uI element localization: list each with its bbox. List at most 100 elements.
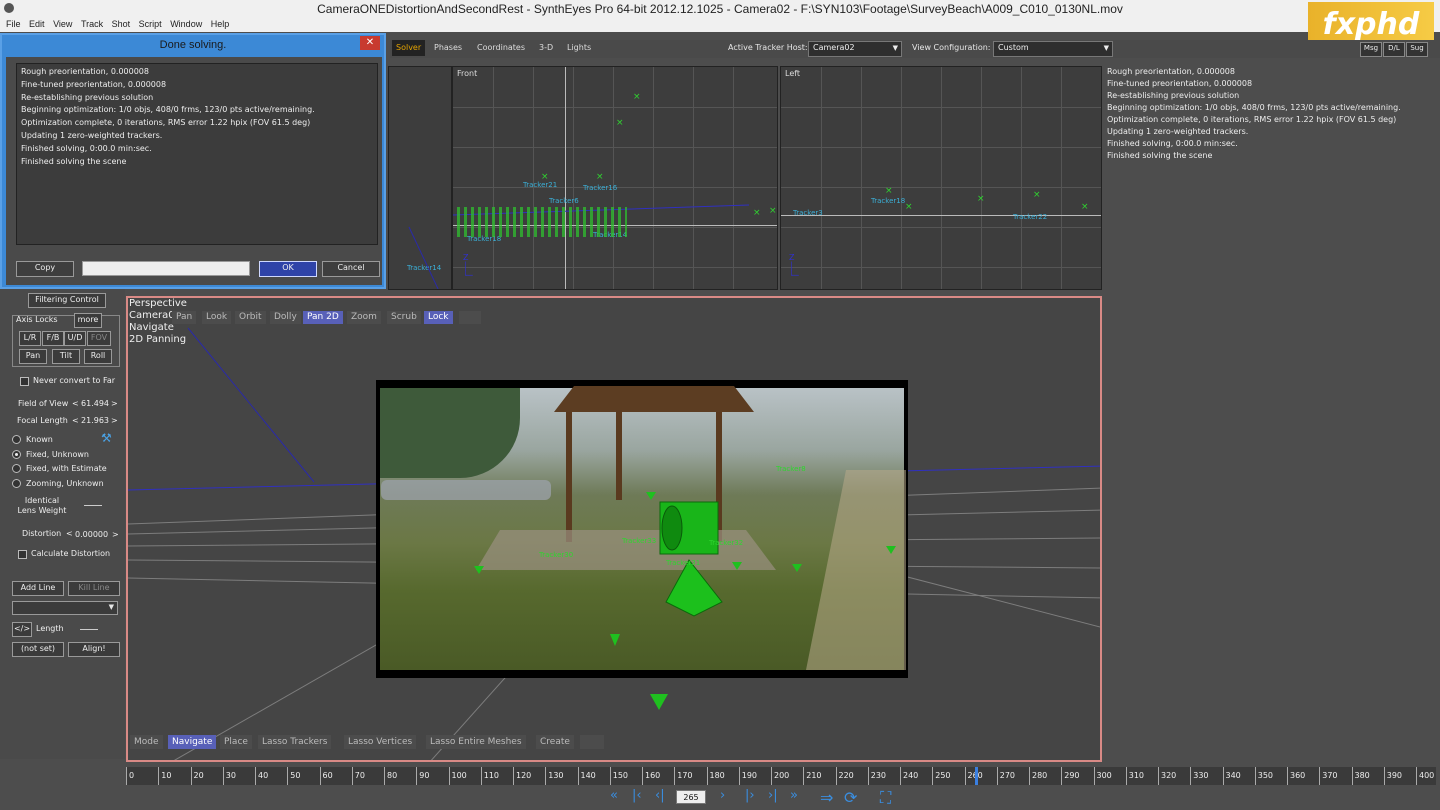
distortion-value[interactable]: 0.00000 bbox=[75, 530, 108, 539]
lock-ud-button[interactable]: U/D bbox=[64, 331, 86, 346]
tab-solver[interactable]: Solver bbox=[392, 40, 426, 56]
timeline-tick: 390 bbox=[1383, 767, 1402, 785]
timeline-tick: 250 bbox=[932, 767, 951, 785]
lens-zooming-radio[interactable] bbox=[12, 479, 21, 488]
menu-help[interactable]: Help bbox=[211, 19, 230, 29]
calculate-distortion-checkbox[interactable] bbox=[18, 550, 27, 559]
dialog-log[interactable]: Rough preorientation, 0.000008 Fine-tune… bbox=[16, 63, 378, 245]
step-forward-end-icon[interactable]: ›| bbox=[768, 788, 778, 803]
field-of-view-value[interactable]: 61.494 bbox=[81, 399, 109, 408]
step-forward-key-icon[interactable]: |› bbox=[745, 788, 755, 803]
lock-fb-button[interactable]: F/B bbox=[42, 331, 64, 346]
dialog-text-field[interactable] bbox=[82, 261, 250, 276]
mode-place[interactable]: Place bbox=[220, 735, 252, 749]
viewport-side-partial[interactable]: Tracker14 bbox=[388, 66, 452, 290]
step-back-key-icon[interactable]: |‹ bbox=[632, 788, 642, 803]
align-button[interactable]: Align! bbox=[68, 642, 120, 657]
distortion-increment[interactable]: > bbox=[112, 530, 119, 539]
menu-shot[interactable]: Shot bbox=[112, 19, 131, 29]
viewport-left[interactable]: Left × × × × × Tracker3 Tracker18 Tracke… bbox=[780, 66, 1102, 290]
timeline-tick: 100 bbox=[448, 767, 467, 785]
menu-window[interactable]: Window bbox=[170, 19, 202, 29]
timeline-tick: 270 bbox=[996, 767, 1015, 785]
tab-coordinates[interactable]: Coordinates bbox=[473, 40, 529, 56]
rewind-icon[interactable]: « bbox=[610, 788, 618, 803]
kill-line-button[interactable]: Kill Line bbox=[68, 581, 120, 596]
lens-weight-slider[interactable] bbox=[84, 505, 102, 506]
never-convert-checkbox[interactable] bbox=[20, 377, 29, 386]
add-line-button[interactable]: Add Line bbox=[12, 581, 64, 596]
menu-edit[interactable]: Edit bbox=[29, 19, 45, 29]
focal-increment[interactable]: > bbox=[111, 416, 118, 425]
lock-tilt-button[interactable]: Tilt bbox=[52, 349, 80, 364]
lens-fixed-unknown-radio[interactable] bbox=[12, 450, 21, 459]
mode-navigate[interactable]: Navigate bbox=[168, 735, 217, 749]
perspective-viewport[interactable]: Perspective Camera02 Navigate 2D Panning… bbox=[126, 296, 1102, 762]
timeline-playhead[interactable] bbox=[975, 767, 978, 785]
fit-icon[interactable]: ⛶ bbox=[880, 788, 891, 808]
tool-dolly[interactable]: Dolly bbox=[270, 311, 301, 324]
fast-forward-icon[interactable]: » bbox=[790, 788, 798, 803]
tool-scrub[interactable]: Scrub bbox=[387, 311, 421, 324]
tool-pan[interactable]: Pan bbox=[172, 311, 197, 324]
more-button[interactable]: more bbox=[74, 313, 102, 328]
lock-roll-button[interactable]: Roll bbox=[84, 349, 112, 364]
menu-track[interactable]: Track bbox=[81, 19, 103, 29]
tool-zoom[interactable]: Zoom bbox=[347, 311, 381, 324]
tab-phases[interactable]: Phases bbox=[430, 40, 466, 56]
mode-lasso-vertices[interactable]: Lasso Vertices bbox=[344, 735, 417, 749]
viewport-front[interactable]: Front × × × × Tracker21 Tracker16 Tracke… bbox=[452, 66, 778, 290]
mode-create[interactable]: Create bbox=[536, 735, 574, 749]
solver-log: Rough preorientation, 0.000008 Fine-tune… bbox=[1107, 66, 1437, 162]
focal-decrement[interactable]: < bbox=[72, 416, 79, 425]
focal-length-value[interactable]: 21.963 bbox=[81, 416, 109, 425]
fov-decrement[interactable]: < bbox=[72, 399, 79, 408]
filtering-control-button[interactable]: Filtering Control bbox=[28, 293, 106, 308]
dl-button[interactable]: D/L bbox=[1383, 42, 1405, 57]
active-tracker-host-select[interactable]: Camera02 bbox=[808, 41, 902, 57]
timeline-bar[interactable]: 0 10 20 30 40 50 60 70 80 90 100 110 120 130 140 150 160… bbox=[126, 767, 1436, 785]
length-slider[interactable] bbox=[80, 629, 98, 630]
timeline-tick: 190 bbox=[738, 767, 757, 785]
timeline-tick: 220 bbox=[835, 767, 854, 785]
fov-increment[interactable]: > bbox=[111, 399, 118, 408]
mode-lasso-trackers[interactable]: Lasso Trackers bbox=[258, 735, 332, 749]
tool-lock[interactable]: Lock bbox=[424, 311, 453, 324]
lock-fov-button[interactable]: FOV bbox=[87, 331, 111, 346]
green-proxy-mesh bbox=[659, 501, 723, 617]
lock-pan-button[interactable]: Pan bbox=[19, 349, 47, 364]
axis-locks-label: Axis Locks bbox=[16, 315, 58, 324]
line-select[interactable]: ▼ bbox=[12, 601, 118, 615]
menu-script[interactable]: Script bbox=[139, 19, 162, 29]
wand-icon[interactable]: ⚒ bbox=[101, 431, 115, 445]
view-configuration-select[interactable]: Custom bbox=[993, 41, 1113, 57]
menu-view[interactable]: View bbox=[53, 19, 72, 29]
msg-button[interactable]: Msg bbox=[1360, 42, 1382, 57]
not-set-button[interactable]: (not set) bbox=[12, 642, 64, 657]
tab-lights[interactable]: Lights bbox=[563, 40, 595, 56]
step-forward-icon[interactable]: › bbox=[720, 788, 725, 803]
current-frame-field[interactable]: 265 bbox=[676, 790, 706, 804]
lens-fixed-estimate-radio[interactable] bbox=[12, 464, 21, 473]
code-icon[interactable]: </> bbox=[12, 622, 32, 637]
timeline-tick: 230 bbox=[867, 767, 886, 785]
tab-3d[interactable]: 3-D bbox=[535, 40, 557, 56]
refresh-icon[interactable]: ⟳ bbox=[844, 788, 857, 807]
tool-pan-2d[interactable]: Pan 2D bbox=[303, 311, 343, 324]
menu-file[interactable]: File bbox=[6, 19, 21, 29]
arrow-right-icon[interactable]: ⇒ bbox=[820, 788, 833, 807]
lens-known-radio[interactable] bbox=[12, 435, 21, 444]
close-icon[interactable]: ✕ bbox=[360, 36, 380, 50]
tool-orbit[interactable]: Orbit bbox=[235, 311, 266, 324]
tool-look[interactable]: Look bbox=[202, 311, 232, 324]
timeline-tick: 340 bbox=[1222, 767, 1241, 785]
lock-lr-button[interactable]: L/R bbox=[19, 331, 41, 346]
step-back-icon[interactable]: ‹| bbox=[655, 788, 665, 803]
distortion-decrement[interactable]: < bbox=[66, 529, 73, 538]
ok-button[interactable]: OK bbox=[259, 261, 317, 277]
mode-toolbar-end bbox=[580, 735, 604, 749]
mode-lasso-entire-meshes[interactable]: Lasso Entire Meshes bbox=[426, 735, 526, 749]
copy-button[interactable]: Copy bbox=[16, 261, 74, 277]
sug-button[interactable]: Sug bbox=[1406, 42, 1428, 57]
cancel-button[interactable]: Cancel bbox=[322, 261, 380, 277]
